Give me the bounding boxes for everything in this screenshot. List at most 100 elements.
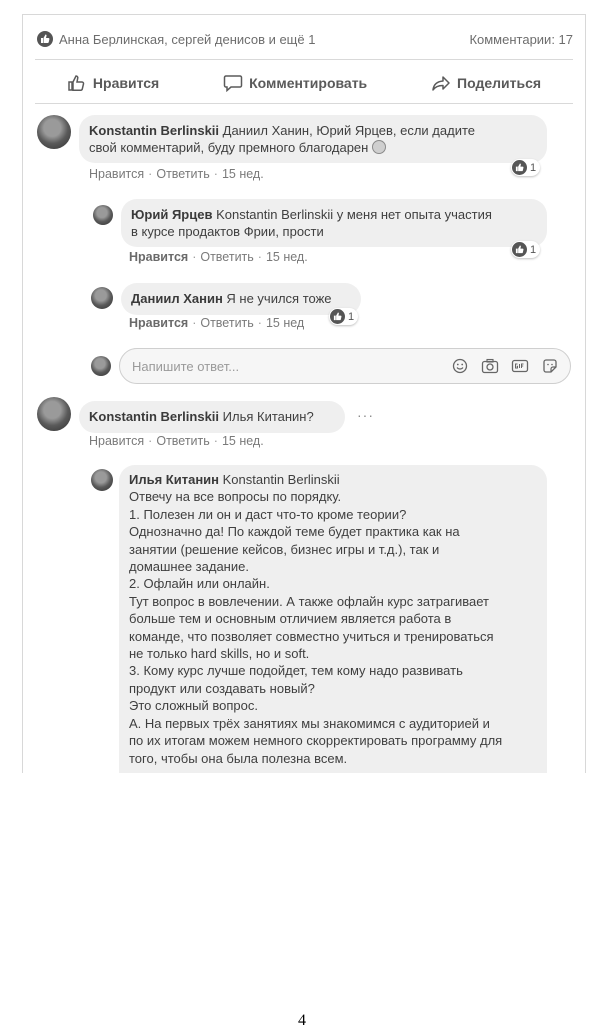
reaction-count: 1	[530, 243, 537, 256]
more-options-icon[interactable]: ···	[357, 407, 374, 423]
reply-line: 1. Полезен ли он и даст что-то кроме тео…	[129, 506, 407, 522]
camera-icon[interactable]	[480, 356, 500, 376]
reply-line: команде, что позволяет совместно учиться…	[129, 628, 494, 644]
reply-line: Отвечу на все вопросы по порядку.	[129, 489, 342, 505]
gif-icon[interactable]	[510, 356, 530, 376]
comment-reaction-badge[interactable]: 1	[511, 159, 541, 176]
facebook-post-comments-frame: Анна Берлинская, сергей денисов и ещё 1 …	[22, 14, 586, 773]
reply-line: не только hard skills, но и soft.	[129, 646, 310, 662]
emoji-icon[interactable]	[450, 356, 470, 376]
reply-bubble: Юрий Ярцев Konstantin Berlinskii у меня …	[121, 199, 547, 247]
separator: ·	[257, 316, 262, 330]
thumbs-up-icon	[68, 75, 85, 91]
divider	[35, 59, 573, 60]
reply-reaction-badge[interactable]: 1	[329, 308, 359, 325]
reply-bubble: Илья Китанин Konstantin Berlinskii Отвеч…	[119, 465, 547, 773]
comment-label: Комментировать	[249, 75, 368, 91]
comment-time[interactable]: 15 нед.	[222, 167, 264, 181]
post-actions: Нравится Комментировать Поделиться	[35, 65, 573, 101]
reply-author[interactable]: Илья Китанин	[129, 472, 219, 487]
share-button[interactable]: Поделиться	[431, 74, 541, 92]
comment-meta: Нравится · Ответить · 15 нед.	[89, 434, 264, 448]
reply-bubble: Даниил Ханин Я не учился тоже	[121, 283, 361, 315]
separator: ·	[192, 250, 197, 264]
reply-line: Однозначно да! По каждой теме будет прак…	[129, 524, 460, 540]
reply-input-tools	[450, 356, 560, 376]
reactions-summary[interactable]: Анна Берлинская, сергей денисов и ещё 1	[37, 31, 315, 47]
comment-reply-link[interactable]: Ответить	[156, 434, 209, 448]
comment-author[interactable]: Konstantin Berlinskii	[89, 123, 219, 138]
avatar	[91, 356, 111, 376]
reply-line: А. На первых трёх занятиях мы знакомимся…	[129, 715, 490, 731]
page-number: 4	[298, 1012, 306, 1029]
reply-line: 2. Офлайн или онлайн.	[129, 576, 270, 592]
reply-line: домашнее задание.	[129, 559, 249, 575]
avatar[interactable]	[37, 115, 71, 149]
like-reaction-icon	[512, 160, 527, 175]
comment-like-link[interactable]: Нравится	[89, 434, 144, 448]
avatar[interactable]	[93, 205, 113, 225]
reply-line: занятии (решение кейсов, бизнес игры и т…	[129, 541, 440, 557]
reply-line: 3. Кому курс лучше подойдет, тем кому на…	[129, 663, 463, 679]
reaction-count: 1	[348, 310, 355, 323]
reply-meta: Нравится · Ответить · 15 нед.	[129, 250, 308, 264]
reply-time[interactable]: 15 нед.	[266, 250, 308, 264]
like-reaction-icon	[37, 31, 53, 47]
avatar[interactable]	[37, 397, 71, 431]
avatar[interactable]	[91, 469, 113, 491]
like-button[interactable]: Нравится	[67, 74, 159, 92]
comment-button[interactable]: Комментировать	[223, 74, 367, 92]
reaction-count: 1	[530, 161, 537, 174]
reply-input[interactable]: Напишите ответ...	[119, 348, 571, 384]
reply-text: в курсе продактов Фрии, прости	[131, 224, 324, 239]
reply-line: Это сложный вопрос.	[129, 698, 259, 714]
divider	[35, 103, 573, 104]
like-reaction-icon	[330, 309, 345, 324]
comment-bubble: Konstantin Berlinskii Илья Китанин?	[79, 401, 345, 433]
reply-meta: Нравится · Ответить · 15 нед	[129, 316, 304, 330]
reply-like-link[interactable]: Нравится	[129, 316, 188, 330]
share-label: Поделиться	[457, 75, 542, 91]
reply-input-placeholder[interactable]: Напишите ответ...	[132, 359, 450, 374]
comment-bubble-icon	[223, 75, 243, 92]
reply-text: Я не учился тоже	[222, 291, 332, 306]
reply-author[interactable]: Юрий Ярцев	[131, 207, 212, 222]
reply-author[interactable]: Даниил Ханин	[131, 291, 223, 306]
separator: ·	[148, 434, 153, 448]
comment-like-link[interactable]: Нравится	[89, 167, 144, 181]
like-reaction-icon	[512, 242, 527, 257]
reply-line: Тут вопрос в вовлечении. А также офлайн …	[129, 593, 489, 609]
reply-line: продукт или создавать новый?	[129, 680, 315, 696]
post-reactions-bar: Анна Берлинская, сергей денисов и ещё 1 …	[37, 27, 573, 51]
reply-text: Konstantin Berlinskii у меня нет опыта у…	[212, 207, 492, 222]
comment-author[interactable]: Konstantin Berlinskii	[89, 409, 219, 424]
reactions-names: Анна Берлинская, сергей денисов и ещё 1	[59, 31, 316, 47]
reply-reaction-badge[interactable]: 1	[511, 241, 541, 258]
sticker-icon[interactable]	[540, 356, 560, 376]
comment-time[interactable]: 15 нед.	[222, 434, 264, 448]
reply-like-link[interactable]: Нравится	[129, 250, 188, 264]
comment-text: Даниил Ханин, Юрий Ярцев, если дадите	[219, 123, 475, 138]
reply-time[interactable]: 15 нед	[266, 316, 304, 330]
comment-text: Илья Китанин?	[219, 409, 314, 424]
comments-count[interactable]: Комментарии: 17	[469, 32, 573, 47]
separator: ·	[213, 434, 218, 448]
like-label: Нравится	[92, 75, 160, 91]
reply-line: больше тем и основным отличием является …	[129, 611, 452, 627]
comment-reply-link[interactable]: Ответить	[156, 167, 209, 181]
separator: ·	[257, 250, 262, 264]
smiling-face-icon	[371, 140, 386, 154]
separator: ·	[148, 167, 153, 181]
comment-text: свой комментарий, буду премного благодар…	[89, 140, 369, 155]
reply-reply-link[interactable]: Ответить	[200, 316, 253, 330]
avatar[interactable]	[91, 287, 113, 309]
reply-mention[interactable]: Konstantin Berlinskii	[219, 472, 340, 487]
share-arrow-icon	[432, 76, 450, 91]
comment-bubble: Konstantin Berlinskii Даниил Ханин, Юрий…	[79, 115, 547, 163]
separator: ·	[192, 316, 197, 330]
reply-reply-link[interactable]: Ответить	[200, 250, 253, 264]
separator: ·	[213, 167, 218, 181]
reply-line: того, чтобы она была полезна всем.	[129, 750, 348, 766]
comment-meta: Нравится · Ответить · 15 нед.	[89, 167, 264, 181]
reply-header: Илья Китанин Konstantin Berlinskii	[129, 471, 537, 488]
